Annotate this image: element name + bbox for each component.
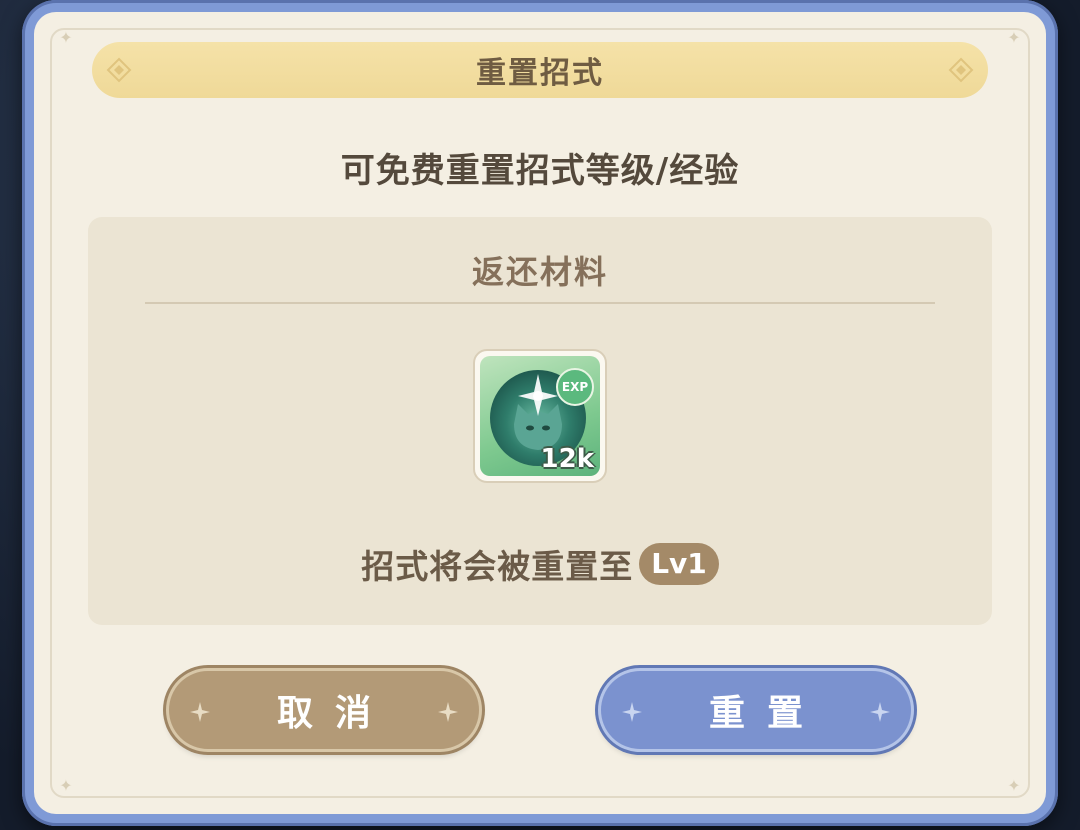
cancel-button-label: 取消 <box>276 693 393 734</box>
confirm-reset-button-label: 重置 <box>708 693 825 734</box>
corner-sparkle-icon: ✦ <box>1007 776 1021 795</box>
exp-material-item[interactable]: EXP 12k <box>473 349 607 483</box>
materials-heading: 返还材料 <box>471 253 608 291</box>
confirm-reset-button[interactable]: 重置 <box>598 668 914 752</box>
reset-note: 招式将会被重置至 Lv1 <box>0 540 1080 588</box>
sparkle-icon <box>622 702 642 722</box>
sparkle-icon <box>438 702 458 722</box>
corner-sparkle-icon: ✦ <box>59 28 73 47</box>
materials-divider <box>145 302 935 304</box>
exp-item-frame: EXP 12k <box>480 356 600 476</box>
level-badge: Lv1 <box>639 543 719 585</box>
dialog-title: 重置招式 <box>476 56 604 91</box>
dialog-subtitle: 可免费重置招式等级/经验 <box>340 151 740 191</box>
sparkle-icon <box>190 702 210 722</box>
cancel-button[interactable]: 取消 <box>166 668 482 752</box>
diamond-ornament-icon <box>948 57 974 83</box>
exp-badge: EXP <box>556 368 594 406</box>
exp-badge-label: EXP <box>561 380 589 394</box>
sparkle-icon <box>870 702 890 722</box>
item-count: 12k <box>540 444 594 474</box>
diamond-ornament-icon <box>106 57 132 83</box>
corner-sparkle-icon: ✦ <box>59 776 73 795</box>
title-bar: 重置招式 <box>92 42 988 98</box>
corner-sparkle-icon: ✦ <box>1007 28 1021 47</box>
reset-note-text: 招式将会被重置至 <box>361 547 634 586</box>
